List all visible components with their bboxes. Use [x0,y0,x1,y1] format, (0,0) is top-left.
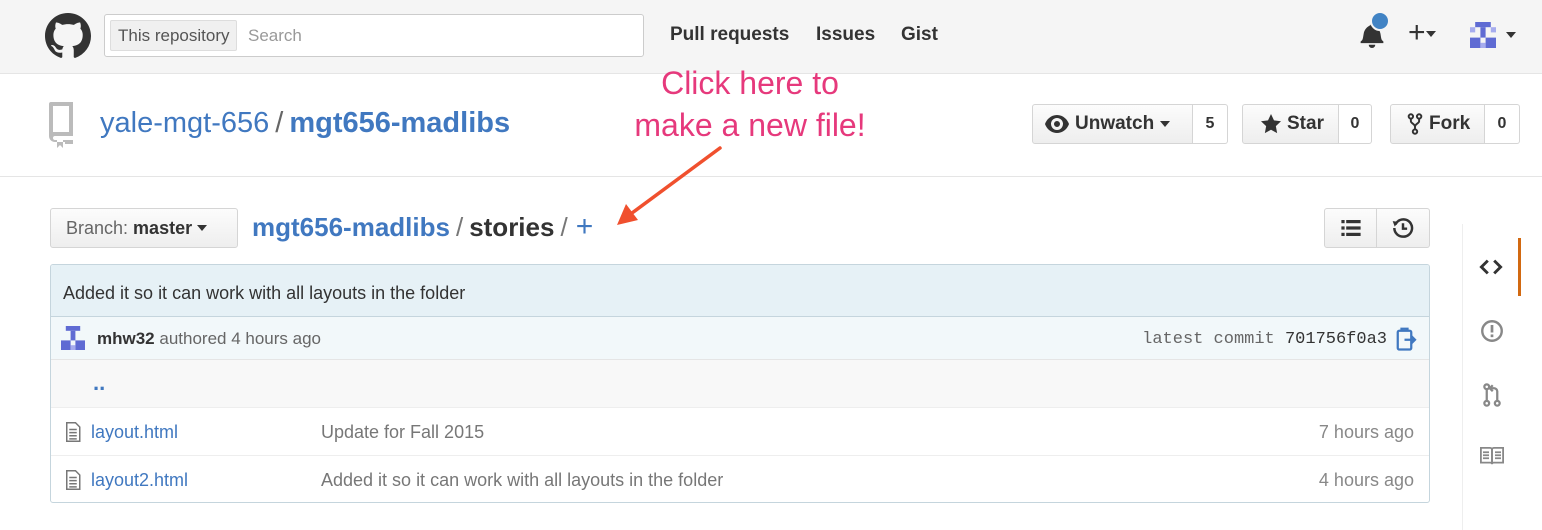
history-button[interactable] [1377,208,1430,248]
star-label: Star [1287,113,1324,134]
watchers-count[interactable]: 5 [1193,104,1228,144]
file-age: 4 hours ago [1318,470,1414,490]
sidebar-item-pull-requests[interactable] [1463,366,1521,424]
file-text-icon [66,422,81,442]
github-logo-icon[interactable] [45,13,91,59]
repo-sidebar [1462,224,1521,530]
annotation-line-1: Click here to [661,65,839,101]
list-icon [1340,220,1361,236]
fork-icon [1407,113,1423,135]
file-row: layout.html Update for Fall 2015 7 hours… [51,408,1429,456]
eye-icon [1045,115,1069,133]
nav-issues[interactable]: Issues [816,24,875,46]
parent-directory-link[interactable]: .. [93,370,105,396]
watch-group: Unwatch 5 [1032,104,1228,144]
file-name-link[interactable]: layout2.html [91,470,188,491]
chevron-down-icon [1425,31,1436,38]
repo-owner-link[interactable]: yale-mgt-656 [100,107,269,139]
pull-request-icon [1483,383,1501,407]
star-icon [1261,114,1281,134]
breadcrumb-current-folder: stories [469,212,555,242]
list-view-button[interactable] [1324,208,1377,248]
file-commit-message[interactable]: Update for Fall 2015 [321,422,484,443]
sidebar-item-issues[interactable] [1463,302,1521,360]
latest-commit-message[interactable]: Added it so it can work with all layouts… [51,265,1429,317]
chevron-down-icon [197,225,208,231]
history-icon [1392,218,1414,238]
view-toggle-group [1324,208,1430,248]
star-button[interactable]: Star [1242,104,1339,144]
fork-group: Fork 0 [1390,104,1520,144]
chevron-down-icon [1506,32,1517,38]
annotation-line-2: make a new file! [634,107,866,143]
user-menu[interactable] [1470,22,1517,48]
search-scope-label: This repository [110,20,238,51]
parent-directory-row[interactable]: .. [51,360,1429,408]
commit-sha-link[interactable]: 701756f0a3 [1285,330,1387,349]
breadcrumb-separator: / [560,212,568,242]
wiki-icon [1480,447,1504,465]
new-file-button[interactable]: + [576,210,594,243]
branch-selector[interactable]: Branch: master [50,208,238,248]
file-list: Added it so it can work with all layouts… [50,264,1430,503]
commit-author-line: mhw32 authored 4 hours ago [97,329,321,349]
chevron-down-icon [1160,121,1171,127]
repo-icon [49,102,73,148]
clipboard-icon[interactable] [1395,327,1417,351]
commit-author[interactable]: mhw32 [97,329,155,348]
branch-name: master [133,217,193,238]
commit-authored-time: authored 4 hours ago [159,329,321,348]
nav-gist[interactable]: Gist [901,24,938,46]
commit-meta: mhw32 authored 4 hours ago latest commit… [51,317,1429,360]
file-text-icon [66,470,81,490]
latest-commit-label: latest commit [1142,330,1275,349]
fork-label: Fork [1429,113,1471,134]
file-row: layout2.html Added it so it can work wit… [51,456,1429,502]
breadcrumb-root-link[interactable]: mgt656-madlibs [252,212,450,242]
code-icon [1478,259,1503,275]
tutorial-annotation: Click here to make a new file! [600,62,900,146]
file-commit-message[interactable]: Added it so it can work with all layouts… [321,470,723,491]
plus-icon: + [1408,16,1426,49]
repo-title: yale-mgt-656/mgt656-madlibs [100,107,510,140]
breadcrumb-separator: / [455,212,464,242]
fork-button[interactable]: Fork [1390,104,1485,144]
stargazers-count[interactable]: 0 [1339,104,1372,144]
branch-prefix: Branch: [66,217,129,238]
create-new-menu[interactable]: + [1408,18,1436,48]
search-box[interactable]: This repository [104,14,644,57]
forks-count[interactable]: 0 [1485,104,1520,144]
breadcrumb: mgt656-madlibs / stories / + [252,210,593,244]
star-group: Star 0 [1242,104,1372,144]
latest-commit-info: latest commit 701756f0a3 [1142,330,1387,349]
author-avatar[interactable] [61,326,85,350]
nav-pull-requests[interactable]: Pull requests [670,24,789,46]
unread-notification-dot [1370,11,1390,31]
file-name-link[interactable]: layout.html [91,422,178,443]
search-input[interactable] [248,20,628,51]
avatar [1470,22,1496,48]
file-age: 7 hours ago [1318,422,1414,442]
issue-icon [1481,320,1503,342]
unwatch-label: Unwatch [1075,113,1155,134]
sidebar-item-code[interactable] [1463,238,1521,296]
unwatch-button[interactable]: Unwatch [1032,104,1193,144]
sidebar-item-wiki[interactable] [1463,427,1521,485]
repo-title-separator: / [275,107,284,139]
repo-name-link[interactable]: mgt656-madlibs [289,107,510,139]
